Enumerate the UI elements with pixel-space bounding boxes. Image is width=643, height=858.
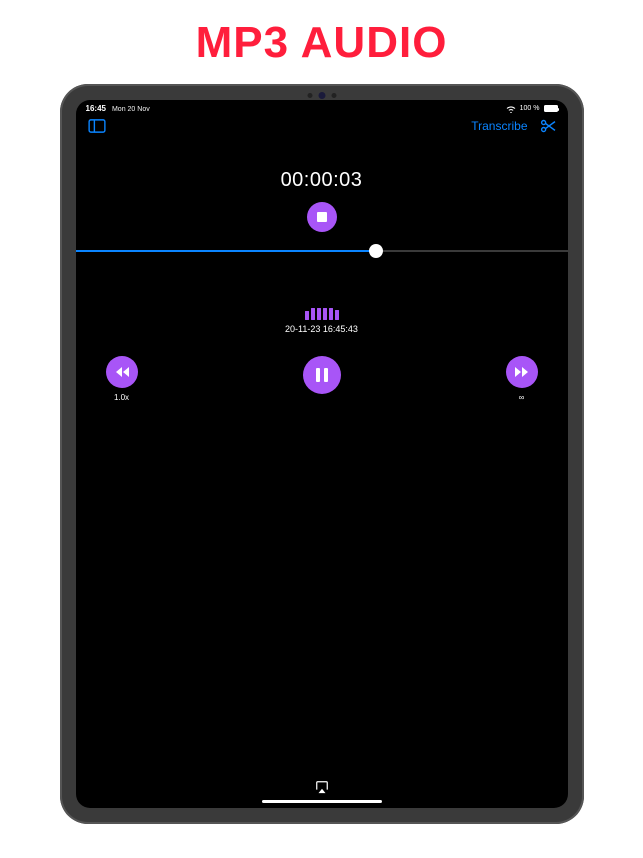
headline: MP3 AUDIO	[196, 18, 448, 68]
status-bar: 16:45 Mon 20 Nov 100 %	[76, 100, 568, 115]
forward-icon	[514, 366, 530, 378]
speed-label: 1.0x	[114, 393, 129, 402]
transcribe-button[interactable]: Transcribe	[471, 119, 527, 133]
forward-button[interactable]	[506, 356, 538, 388]
airplay-icon[interactable]	[314, 780, 330, 794]
timer-display: 00:00:03	[281, 169, 363, 192]
pause-icon	[316, 368, 328, 382]
battery-percent: 100 %	[520, 105, 540, 112]
content-area: 00:00:03 20-11-23 16:45:43	[76, 141, 568, 808]
track-info: 20-11-23 16:45:43	[285, 308, 358, 334]
pause-button[interactable]	[303, 356, 341, 394]
battery-icon	[544, 105, 558, 112]
wifi-icon	[506, 105, 516, 113]
seek-fill	[76, 250, 376, 252]
scissors-icon[interactable]	[540, 119, 556, 133]
stop-button[interactable]	[307, 202, 337, 232]
stop-icon	[317, 212, 327, 222]
rewind-button[interactable]	[106, 356, 138, 388]
camera-bar	[307, 92, 336, 99]
bottom-bar	[76, 780, 568, 808]
sidebar-toggle-icon[interactable]	[88, 119, 106, 133]
home-indicator[interactable]	[262, 800, 382, 803]
nav-bar: Transcribe	[76, 115, 568, 141]
screen: 16:45 Mon 20 Nov 100 % Transcribe	[76, 100, 568, 808]
seek-thumb[interactable]	[369, 244, 383, 258]
status-time: 16:45	[86, 104, 106, 113]
loop-label: ∞	[519, 393, 525, 402]
controls-row: 1.0x ∞	[76, 356, 568, 402]
track-title: 20-11-23 16:45:43	[285, 324, 358, 334]
seek-bar[interactable]	[76, 250, 568, 252]
equalizer-icon	[305, 308, 339, 320]
device-frame: 16:45 Mon 20 Nov 100 % Transcribe	[60, 84, 584, 824]
rewind-icon	[114, 366, 130, 378]
status-date: Mon 20 Nov	[112, 106, 150, 113]
